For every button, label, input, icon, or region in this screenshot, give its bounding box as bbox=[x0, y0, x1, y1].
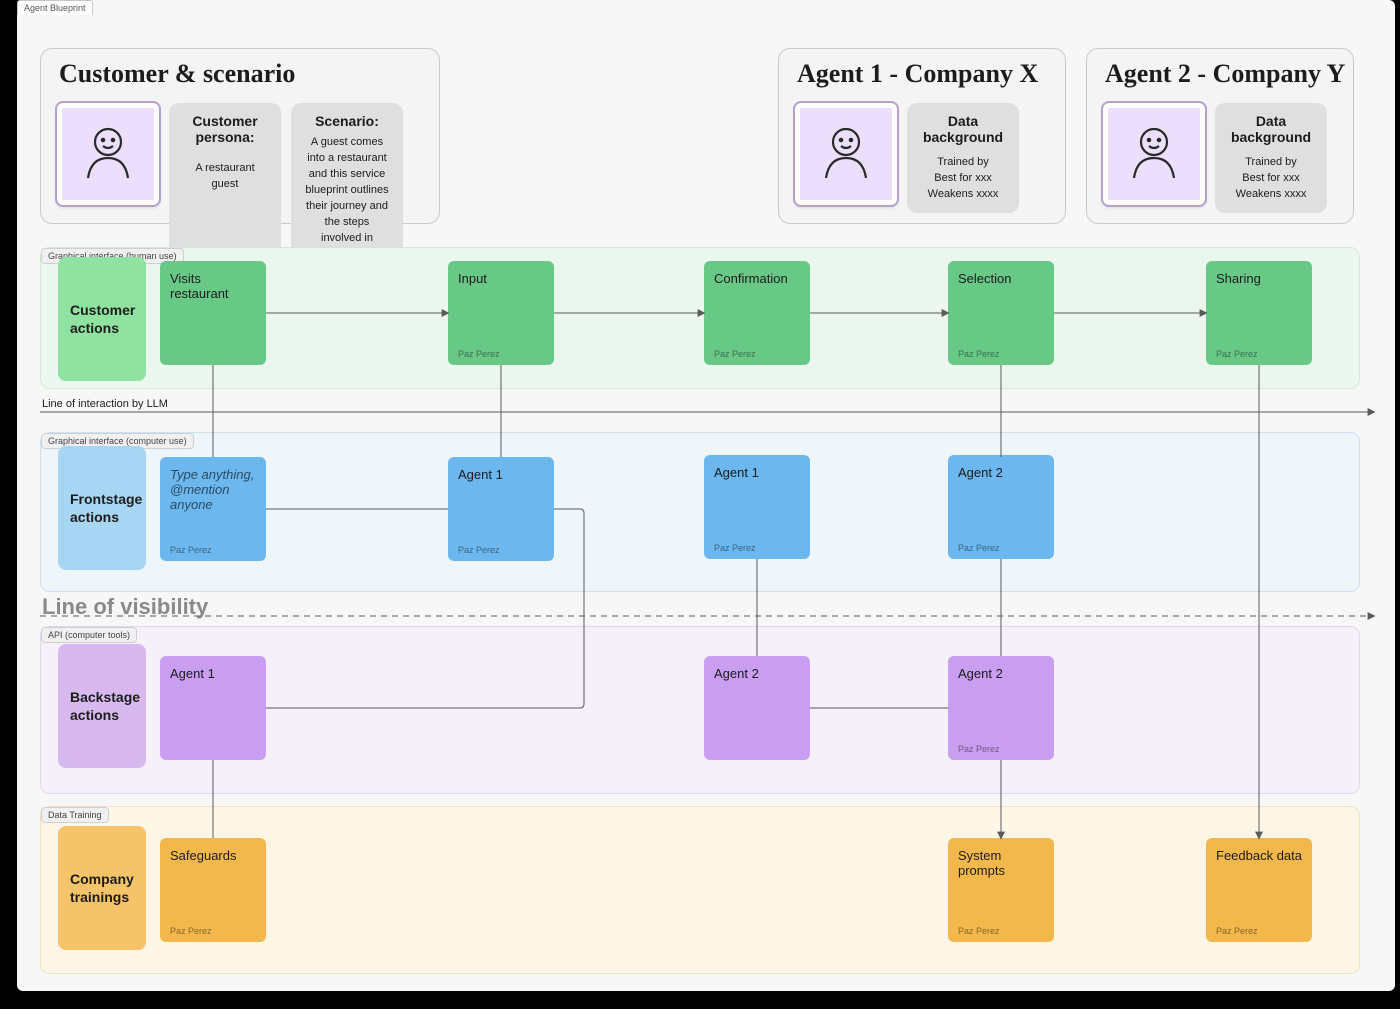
note-title: Agent 1 bbox=[170, 666, 256, 681]
frontstage-lane-label-text: Frontstage actions bbox=[70, 490, 142, 526]
sticky-note[interactable]: Agent 2 Paz Perez bbox=[948, 455, 1054, 559]
customer-lane-label: Customer actions bbox=[58, 257, 146, 381]
sticky-note[interactable]: Selection Paz Perez bbox=[948, 261, 1054, 365]
sticky-note[interactable]: Safeguards Paz Perez bbox=[160, 838, 266, 942]
note-title: System prompts bbox=[958, 848, 1044, 878]
visibility-caption: Line of visibility bbox=[42, 594, 208, 620]
frontstage-lane-label: Frontstage actions bbox=[58, 446, 146, 570]
note-title: Feedback data bbox=[1216, 848, 1302, 863]
agent1-panel: Agent 1 - Company X Data background Trai… bbox=[778, 48, 1066, 224]
interaction-caption: Line of interaction by LLM bbox=[42, 398, 168, 410]
persona-body: A restaurant guest bbox=[181, 161, 269, 193]
sticky-note[interactable]: Feedback data Paz Perez bbox=[1206, 838, 1312, 942]
note-author: Paz Perez bbox=[170, 545, 212, 555]
note-title: Selection bbox=[958, 271, 1044, 286]
person-icon bbox=[814, 122, 878, 186]
trainings-lane-tag: Data Training bbox=[41, 807, 109, 823]
backstage-lane-tag: API (computer tools) bbox=[41, 627, 137, 643]
person-icon bbox=[1122, 122, 1186, 186]
scenario-label: Scenario: bbox=[303, 113, 391, 129]
sticky-note[interactable]: Sharing Paz Perez bbox=[1206, 261, 1312, 365]
note-title: Agent 2 bbox=[714, 666, 800, 681]
note-title: Agent 1 bbox=[458, 467, 544, 482]
note-title: Safeguards bbox=[170, 848, 256, 863]
note-author: Paz Perez bbox=[958, 744, 1000, 754]
customer-persona-avatar bbox=[57, 103, 159, 205]
note-title: Visits restaurant bbox=[170, 271, 256, 301]
agent1-data-label: Data background bbox=[919, 113, 1007, 145]
customer-scenario-title: Customer & scenario bbox=[59, 59, 439, 89]
note-placeholder: Type anything, @mention anyone bbox=[170, 467, 256, 512]
note-author: Paz Perez bbox=[458, 545, 500, 555]
note-title: Agent 1 bbox=[714, 465, 800, 480]
sticky-note[interactable]: System prompts Paz Perez bbox=[948, 838, 1054, 942]
note-title: Confirmation bbox=[714, 271, 800, 286]
backstage-lane-label: Backstage actions bbox=[58, 644, 146, 768]
sticky-note-editable[interactable]: Type anything, @mention anyone Paz Perez bbox=[160, 457, 266, 561]
customer-lane-label-text: Customer actions bbox=[70, 301, 135, 337]
note-author: Paz Perez bbox=[170, 926, 212, 936]
agent2-data-label: Data background bbox=[1227, 113, 1315, 145]
note-title: Sharing bbox=[1216, 271, 1302, 286]
sticky-note[interactable]: Visits restaurant bbox=[160, 261, 266, 365]
sticky-note[interactable]: Confirmation Paz Perez bbox=[704, 261, 810, 365]
sticky-note[interactable]: Input Paz Perez bbox=[448, 261, 554, 365]
note-author: Paz Perez bbox=[714, 349, 756, 359]
persona-label: Customer persona: bbox=[181, 113, 269, 145]
note-title: Agent 2 bbox=[958, 666, 1044, 681]
trainings-lane-label-text: Company trainings bbox=[70, 870, 134, 906]
sticky-note[interactable]: Agent 2 bbox=[704, 656, 810, 760]
sticky-note[interactable]: Agent 1 Paz Perez bbox=[448, 457, 554, 561]
note-author: Paz Perez bbox=[958, 349, 1000, 359]
note-author: Paz Perez bbox=[958, 543, 1000, 553]
note-author: Paz Perez bbox=[1216, 926, 1258, 936]
agent2-panel: Agent 2 - Company Y Data background Trai… bbox=[1086, 48, 1354, 224]
agent1-avatar bbox=[795, 103, 897, 205]
note-author: Paz Perez bbox=[714, 543, 756, 553]
trainings-lane-label: Company trainings bbox=[58, 826, 146, 950]
agent2-title: Agent 2 - Company Y bbox=[1105, 59, 1353, 89]
backstage-lane-label-text: Backstage actions bbox=[70, 688, 140, 724]
agent1-data-body: Trained by Best for xxx Weakens xxxx bbox=[919, 155, 1007, 203]
note-author: Paz Perez bbox=[1216, 349, 1258, 359]
customer-scenario-panel: Customer & scenario Customer persona: A … bbox=[40, 48, 440, 224]
person-icon bbox=[76, 122, 140, 186]
note-title: Agent 2 bbox=[958, 465, 1044, 480]
blueprint-canvas[interactable]: Agent Blueprint Customer & scenario Cust… bbox=[0, 0, 1400, 1009]
agent1-title: Agent 1 - Company X bbox=[797, 59, 1065, 89]
note-author: Paz Perez bbox=[458, 349, 500, 359]
note-author: Paz Perez bbox=[958, 926, 1000, 936]
page-tab[interactable]: Agent Blueprint bbox=[17, 0, 93, 15]
note-title: Input bbox=[458, 271, 544, 286]
agent2-data-body: Trained by Best for xxx Weakens xxxx bbox=[1227, 155, 1315, 203]
scenario-body: A guest comes into a restaurant and this… bbox=[303, 135, 391, 263]
agent2-avatar bbox=[1103, 103, 1205, 205]
sticky-note[interactable]: Agent 2 Paz Perez bbox=[948, 656, 1054, 760]
sticky-note[interactable]: Agent 1 bbox=[160, 656, 266, 760]
sticky-note[interactable]: Agent 1 Paz Perez bbox=[704, 455, 810, 559]
